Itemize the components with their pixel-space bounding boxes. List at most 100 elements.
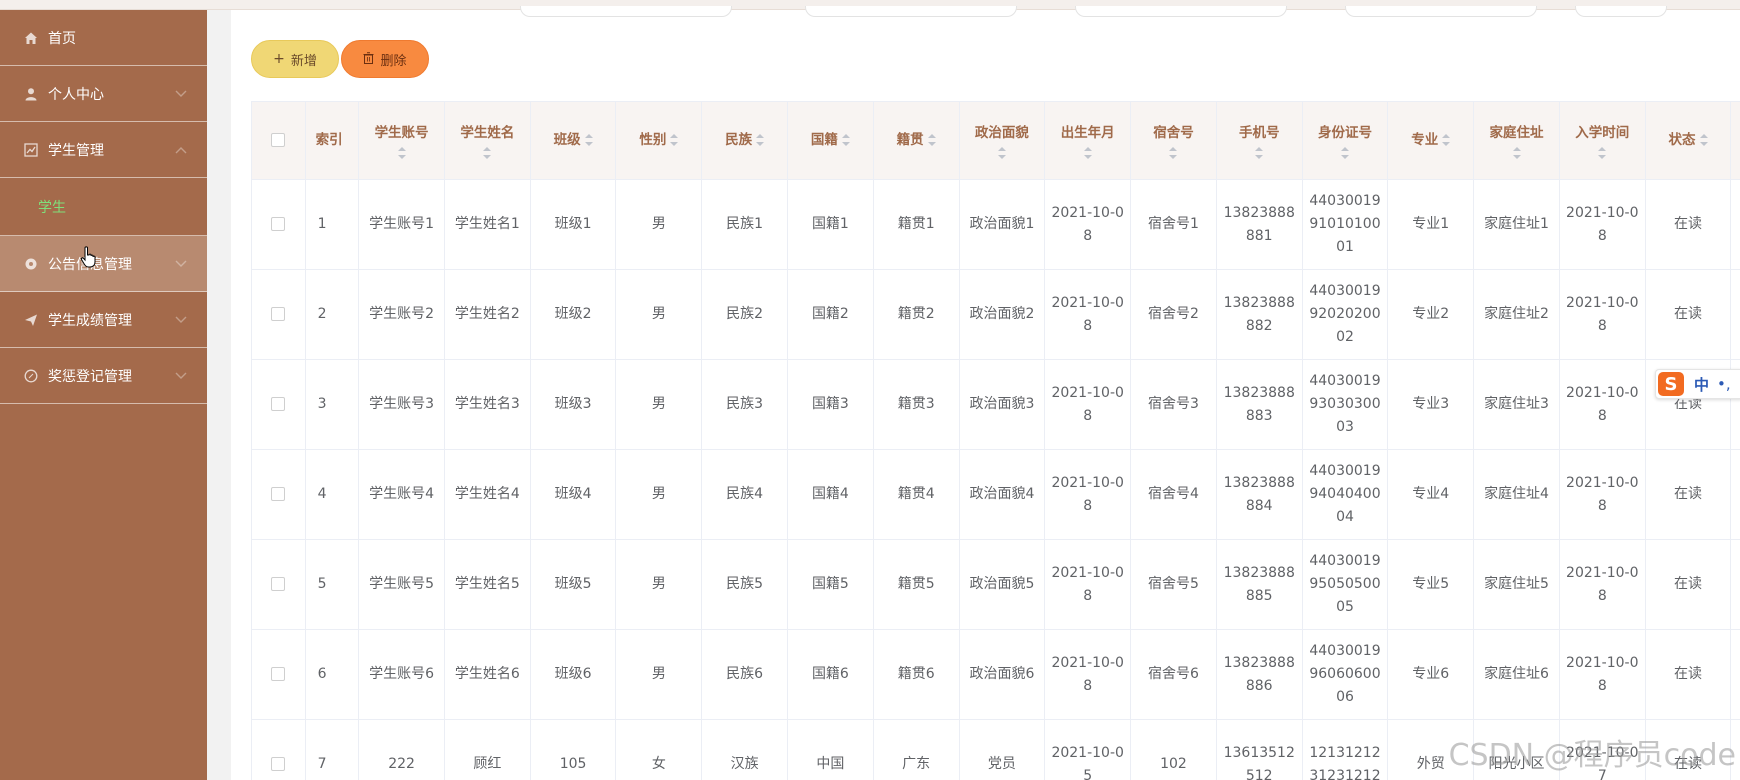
table-row[interactable]: 7 222 顾红 105 女汉族 中国 广东 党员 2021-10-05 102 136135125… (251, 719, 1740, 780)
column-header[interactable]: 国籍 (787, 101, 874, 180)
content-gutter (207, 10, 231, 780)
row-checkbox-cell[interactable] (251, 719, 306, 780)
table-row[interactable]: 2 学生账号2 学生姓名2 班级2 男民族2 国籍2 籍贯2 政治面貌2 2021-10-08 宿… (251, 269, 1740, 360)
sort-caret-icon[interactable] (997, 147, 1006, 159)
column-header[interactable]: 手机号 (1215, 101, 1303, 180)
column-header[interactable]: 性别 (615, 101, 703, 180)
checkbox[interactable] (271, 577, 286, 591)
checkbox[interactable] (271, 667, 286, 681)
table-cell: 学生姓名6 (443, 629, 531, 720)
checkbox[interactable] (271, 487, 286, 501)
table-row[interactable]: 3 学生账号3 学生姓名3 班级3 男民族3 国籍3 籍贯3 政治面貌3 2021-10-08 宿… (251, 359, 1740, 450)
delete-button[interactable]: 删除 (341, 40, 429, 78)
sort-caret-icon[interactable] (1255, 147, 1264, 159)
column-header-label: 专业 (1411, 132, 1439, 148)
column-header-label: 状态 (1668, 132, 1696, 148)
table-cell: 学生姓名5 (443, 539, 531, 630)
row-checkbox-cell[interactable] (251, 629, 306, 720)
top-search-field[interactable] (1345, 6, 1537, 17)
sidebar-item-personal-center[interactable]: 个人中心 (0, 66, 207, 122)
column-header[interactable]: 状态 (1644, 101, 1732, 180)
table-cell: 班级3 (529, 359, 617, 450)
sort-caret-icon[interactable] (1169, 147, 1178, 159)
sort-caret-icon[interactable] (397, 147, 406, 159)
sort-caret-icon[interactable] (927, 134, 936, 146)
row-checkbox-cell[interactable] (251, 269, 306, 360)
table-cell: 13823888884 (1215, 449, 1303, 540)
table-row[interactable]: 1 学生账号1 学生姓名1 班级1 男民族1 国籍1 籍贯1 政治面貌1 2021-10-08 宿… (251, 179, 1740, 270)
table-cell: 440300199404040004 (1301, 449, 1389, 540)
row-checkbox-cell[interactable] (251, 359, 306, 450)
top-search-field[interactable] (520, 6, 732, 17)
ime-punctuation[interactable]: •, (1717, 375, 1731, 393)
table-cell: 宿舍号4 (1130, 449, 1217, 540)
chevron-up-icon (175, 146, 187, 153)
column-header[interactable]: 班级 (529, 101, 617, 180)
column-header[interactable]: 专业 (1387, 101, 1475, 180)
sort-caret-icon[interactable] (1442, 134, 1451, 146)
column-header[interactable]: 出生年月 (1044, 101, 1132, 180)
column-header[interactable]: 学生账号 (358, 101, 445, 180)
table-cell: 班级6 (529, 629, 617, 720)
table-cell: 专业3 (1387, 359, 1475, 450)
table-cell: 政治面貌1 (958, 179, 1046, 270)
row-checkbox-cell[interactable] (251, 449, 306, 540)
column-header[interactable]: 家庭住址 (1473, 101, 1560, 180)
checkbox[interactable] (271, 397, 286, 411)
column-header[interactable]: 入学时间 (1558, 101, 1646, 180)
column-header[interactable]: 政治面貌 (958, 101, 1046, 180)
sort-caret-icon[interactable] (483, 147, 492, 159)
row-checkbox-cell[interactable] (251, 539, 306, 630)
top-search-button[interactable] (1575, 6, 1667, 17)
sidebar-item-reward-punishment[interactable]: 奖惩登记管理 (0, 348, 207, 404)
column-header[interactable]: 学生姓名 (443, 101, 531, 180)
table-cell: 2021-10-08 (1044, 179, 1132, 270)
sort-caret-icon[interactable] (1340, 147, 1349, 159)
top-search-field[interactable] (805, 6, 1017, 17)
table-cell: 5 (304, 539, 360, 630)
table-row[interactable]: 5 学生账号5 学生姓名5 班级5 男民族5 国籍5 籍贯5 政治面貌5 2021-10-08 宿… (251, 539, 1740, 630)
column-header[interactable]: 索引 (304, 101, 360, 180)
sort-caret-icon[interactable] (1699, 134, 1708, 146)
checkbox[interactable] (271, 307, 286, 321)
sort-caret-icon[interactable] (1083, 147, 1092, 159)
column-header[interactable]: 身份证号 (1301, 101, 1389, 180)
row-actions-cell: 详情 (1730, 179, 1740, 270)
ime-toolbar[interactable]: S 中 •, (1655, 369, 1740, 399)
sort-caret-icon[interactable] (670, 134, 679, 146)
checkbox[interactable] (271, 757, 286, 771)
select-all-checkbox[interactable] (251, 101, 306, 180)
sort-caret-icon[interactable] (756, 134, 765, 146)
sidebar-item-home[interactable]: 首页 (0, 10, 207, 66)
table-cell: 籍贯5 (872, 539, 960, 630)
sidebar-item-notice-management[interactable]: 公告信息管理 (0, 236, 207, 292)
table-cell: 2021-10-08 (1558, 449, 1646, 540)
column-header[interactable]: 民族 (701, 101, 789, 180)
column-header-actions (1730, 101, 1740, 180)
top-search-field[interactable] (1075, 6, 1287, 17)
table-cell: 440300199202020002 (1301, 269, 1389, 360)
sort-caret-icon[interactable] (584, 134, 593, 146)
table-cell: 阳光小区 (1473, 719, 1560, 780)
sidebar-subitem-student[interactable]: 学生 (0, 178, 207, 236)
table-row[interactable]: 6 学生账号6 学生姓名6 班级6 男民族6 国籍6 籍贯6 政治面貌6 2021-10-08 宿… (251, 629, 1740, 720)
table-row[interactable]: 4 学生账号4 学生姓名4 班级4 男民族4 国籍4 籍贯4 政治面貌4 2021-10-08 宿… (251, 449, 1740, 540)
sort-caret-icon[interactable] (841, 134, 850, 146)
checkbox[interactable] (271, 217, 286, 231)
table-cell: 中国 (787, 719, 874, 780)
add-button[interactable]: + 新增 (251, 40, 339, 78)
column-header-label: 手机号 (1238, 125, 1280, 141)
sidebar-item-score-management[interactable]: 学生成绩管理 (0, 292, 207, 348)
table-cell: 在读 (1644, 539, 1732, 630)
ime-mode[interactable]: 中 (1694, 374, 1709, 395)
column-header[interactable]: 宿舍号 (1130, 101, 1217, 180)
table-cell: 党员 (958, 719, 1046, 780)
table-cell: 国籍4 (787, 449, 874, 540)
column-header[interactable]: 籍贯 (872, 101, 960, 180)
row-checkbox-cell[interactable] (251, 179, 306, 270)
sort-caret-icon[interactable] (1598, 147, 1607, 159)
sidebar-item-student-management[interactable]: 学生管理 (0, 122, 207, 178)
sort-caret-icon[interactable] (1512, 147, 1521, 159)
checkbox[interactable] (271, 133, 286, 147)
table-cell: 1213121231231212 (1301, 719, 1389, 780)
